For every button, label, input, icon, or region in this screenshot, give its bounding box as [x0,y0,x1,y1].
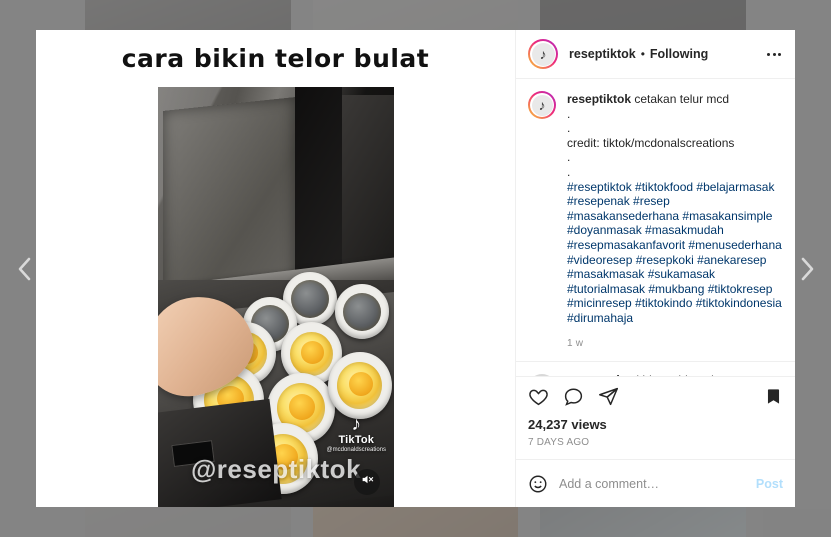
share-button[interactable] [598,386,619,407]
mute-toggle-button[interactable] [354,469,380,495]
caption-block: ♪ reseptiktok cetakan telur mcd . . cred… [516,79,795,326]
post-body: ♪ reseptiktok cetakan telur mcd . . cred… [516,79,795,376]
header-separator: • [640,47,645,61]
chevron-left-icon [16,256,33,282]
comment-item: stacyregle akhirnya bisa tdr nyenyak [516,360,795,376]
caption-username[interactable]: reseptiktok [567,92,631,106]
caption-text: reseptiktok cetakan telur mcd . . credit… [567,91,783,326]
post-video[interactable]: ♪ TikTok @mcdonaldscreations @reseptikto… [158,87,394,507]
tiktok-note-icon: ♪ [351,414,362,435]
avatar-glyph: ♪ [531,42,555,66]
comment-button[interactable] [563,386,584,407]
emoji-smiley-icon[interactable] [528,474,548,494]
post-comment-button[interactable]: Post [748,477,783,491]
caption-timestamp: 1 w [567,337,584,349]
caption-body: cetakan telur mcd [634,92,730,106]
video-overlay-title: cara bikin telor bulat [121,44,430,73]
caption-credit: credit: tiktok/mcdonalscreations [567,135,735,150]
caption-dot-line: . [567,106,571,121]
speaker-muted-icon [361,473,374,491]
header-username[interactable]: reseptiktok [569,47,636,61]
post-actions: 24,237 views 7 DAYS AGO [516,376,795,448]
view-count: 24,237 views [528,417,607,432]
post-timestamp: 7 DAYS AGO [528,437,590,448]
post-details-pane: ♪ reseptiktok • Following ♪ reseptiktok … [515,30,795,507]
caption-avatar[interactable]: ♪ [528,91,556,119]
post-modal: cara bikin telor bulat ♪ TikTok @mcdonal… [36,30,795,507]
like-button[interactable] [528,386,549,407]
chevron-right-icon [799,256,816,282]
follow-button[interactable]: Following [650,47,708,61]
caption-hashtags[interactable]: #reseptiktok #tiktokfood #belajarmasak #… [567,180,782,325]
caption-dot-line: . [567,150,571,165]
comment-input[interactable] [559,476,748,491]
save-button[interactable] [764,387,783,406]
post-header: ♪ reseptiktok • Following [516,30,795,79]
post-media-pane: cara bikin telor bulat ♪ TikTok @mcdonal… [36,30,515,507]
tiktok-watermark: ♪ TikTok @mcdonaldscreations [327,415,386,453]
avatar[interactable]: ♪ [528,39,558,69]
add-comment-bar: Post [516,459,795,507]
more-options-icon [767,52,781,56]
tiktok-creator-handle: @mcdonaldscreations [326,447,386,453]
caption-dot-line: . [567,164,571,179]
caption-dot-line: . [567,121,571,136]
more-options-button[interactable] [763,49,785,60]
action-icons-row [528,386,783,407]
avatar-glyph: ♪ [531,94,553,116]
tiktok-brand-label: TikTok [338,434,375,446]
